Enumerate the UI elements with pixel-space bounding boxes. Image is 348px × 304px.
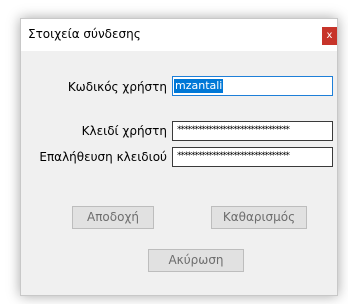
username-value: mzantali bbox=[174, 79, 224, 93]
confirm-password-label: Επαλήθευση κλειδιού bbox=[39, 150, 167, 164]
password-input[interactable]: ******************************** bbox=[172, 121, 333, 141]
window-title: Στοιχεία σύνδεσης bbox=[28, 27, 141, 41]
clear-button[interactable]: Καθαρισμός bbox=[211, 206, 307, 229]
title-bar: Στοιχεία σύνδεσης x bbox=[21, 19, 337, 51]
close-button[interactable]: x bbox=[322, 27, 337, 45]
accept-button[interactable]: Αποδοχή bbox=[72, 206, 154, 229]
cancel-button[interactable]: Ακύρωση bbox=[148, 249, 244, 272]
confirm-password-value: ******************************** bbox=[177, 151, 290, 161]
username-label: Κωδικός χρήστη bbox=[67, 80, 167, 94]
close-icon: x bbox=[326, 30, 333, 41]
password-value: ******************************** bbox=[177, 125, 290, 135]
confirm-password-input[interactable]: ******************************** bbox=[172, 147, 333, 167]
username-input[interactable]: mzantali bbox=[172, 76, 333, 96]
login-dialog: Στοιχεία σύνδεσης x Κωδικός χρήστη mzant… bbox=[20, 18, 338, 296]
password-label: Κλειδί χρήστη bbox=[81, 124, 167, 138]
